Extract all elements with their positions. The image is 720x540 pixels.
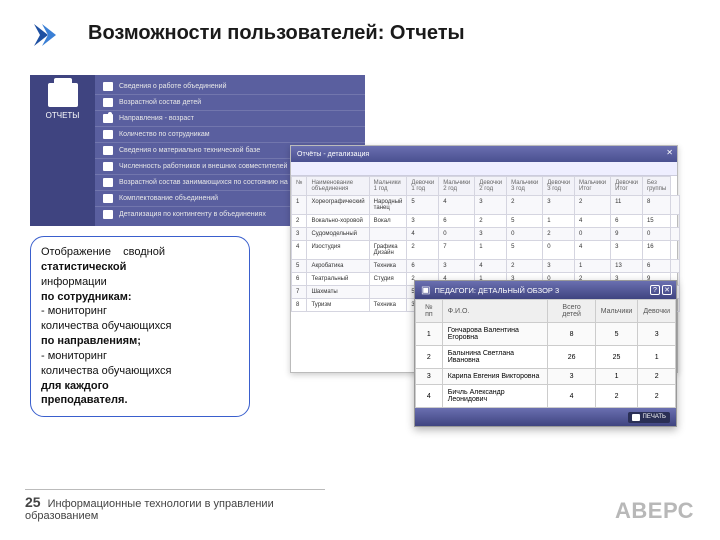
- report-item-label: Сведения о работе объединений: [119, 83, 227, 90]
- callout-text: Отображение: [41, 246, 111, 258]
- page-number: 25: [25, 494, 41, 510]
- printer-icon: [103, 82, 113, 91]
- doc-icon: ▣: [421, 285, 430, 296]
- table-header: Ф.И.О.: [442, 300, 548, 323]
- report-item[interactable]: Сведения о работе объединений: [95, 79, 365, 95]
- table-header: Девочки 3 год: [543, 177, 575, 196]
- table-header: Мальчики: [595, 300, 638, 323]
- printer-icon: [103, 146, 113, 155]
- footer-text: Информационные технологии в управлении о…: [25, 498, 274, 522]
- table-header: Наименование объединения: [307, 177, 369, 196]
- table-header: Мальчики 2 год: [439, 177, 475, 196]
- report-item-label: Количество по сотрудникам: [119, 131, 210, 138]
- page-title: Возможности пользователей: Отчеты: [88, 22, 465, 45]
- table-header: Мальчики Итог: [575, 177, 611, 196]
- small-titlebar: ▣ ПЕДАГОГИ: ДЕТАЛЬНЫЙ ОБЗОР 3 ? ✕: [415, 281, 676, 299]
- printer-icon: [103, 98, 113, 107]
- report-item-label: Детализация по контингенту в объединения…: [119, 211, 266, 218]
- table-row: 3Карипа Евгения Викторовна312: [416, 369, 676, 385]
- table-row: 2Балынина Светлана Ивановна26251: [416, 346, 676, 369]
- printer-icon: [103, 130, 113, 139]
- brand-logo: АВЕРС: [615, 498, 694, 524]
- print-button[interactable]: ПЕЧАТЬ: [628, 412, 670, 423]
- table-header: Без группы: [642, 177, 670, 196]
- table-row: 4ИзостудияГрафика Дизайн271504316: [292, 241, 680, 260]
- table-row: 4Бичль Александр Леонидович422: [416, 385, 676, 408]
- report-item-label: Комплектование объединений: [119, 195, 218, 202]
- printer-icon: [103, 178, 113, 187]
- small-title: ПЕДАГОГИ: ДЕТАЛЬНЫЙ ОБЗОР 3: [434, 286, 559, 295]
- wide-toolbar: [291, 162, 677, 176]
- report-item[interactable]: Возрастной состав детей: [95, 95, 365, 111]
- report-item-label: Возрастной состав занимающихся по состоя…: [119, 179, 288, 186]
- table-header: Девочки 1 год: [407, 177, 439, 196]
- report-item-label: Возрастной состав детей: [119, 99, 201, 106]
- report-item-label: Сведения о материально технической базе: [119, 147, 260, 154]
- printer-icon: [103, 162, 113, 171]
- table-header: Девочки: [638, 300, 676, 323]
- table-row: 1Гончарова Валентина Егоровна853: [416, 323, 676, 346]
- printer-icon: [103, 210, 113, 219]
- slide-footer: 25 Информационные технологии в управлени…: [25, 489, 325, 522]
- table-row: 3Судомодельный40302090: [292, 228, 680, 241]
- table-header: Мальчики 3 год: [507, 177, 543, 196]
- printer-icon: [48, 83, 78, 107]
- table-row: 2Вокально-хоровойВокал362514615: [292, 215, 680, 228]
- teachers-window: ▣ ПЕДАГОГИ: ДЕТАЛЬНЫЙ ОБЗОР 3 ? ✕ № ппФ.…: [414, 280, 677, 427]
- wide-title: Отчёты - детализация: [297, 151, 369, 158]
- table-header: Девочки Итог: [611, 177, 643, 196]
- printer-icon: [103, 194, 113, 203]
- reports-label: ОТЧЕТЫ: [46, 111, 80, 120]
- report-item[interactable]: Направления - возраст: [95, 111, 365, 127]
- small-table: № ппФ.И.О.Всего детейМальчикиДевочки 1Го…: [415, 299, 676, 408]
- table-header: №: [292, 177, 307, 196]
- wide-titlebar: Отчёты - детализация ✕: [291, 146, 677, 162]
- reports-sidebar: ОТЧЕТЫ: [30, 75, 95, 226]
- close-icon[interactable]: ✕: [666, 148, 673, 157]
- table-row: 1ХореографическийНародный танец543232118: [292, 196, 680, 215]
- bullet-icon: [108, 112, 112, 116]
- report-item-label: Численность работников и внешних совмест…: [119, 163, 287, 170]
- table-header: Девочки 2 год: [475, 177, 507, 196]
- table-header: Мальчики 1 год: [369, 177, 407, 196]
- small-footer: ПЕЧАТЬ: [415, 408, 676, 426]
- report-item[interactable]: Количество по сотрудникам: [95, 127, 365, 143]
- table-header: № пп: [416, 300, 443, 323]
- close-icon[interactable]: ✕: [662, 285, 672, 295]
- table-header: Всего детей: [548, 300, 595, 323]
- help-icon[interactable]: ?: [650, 285, 660, 295]
- description-callout: Отображение сводной статистической инфор…: [30, 236, 250, 417]
- report-item-label: Направления - возраст: [119, 115, 194, 122]
- table-row: 5АкробатикаТехника634231136: [292, 260, 680, 273]
- slide-chevron-icon: [30, 20, 60, 50]
